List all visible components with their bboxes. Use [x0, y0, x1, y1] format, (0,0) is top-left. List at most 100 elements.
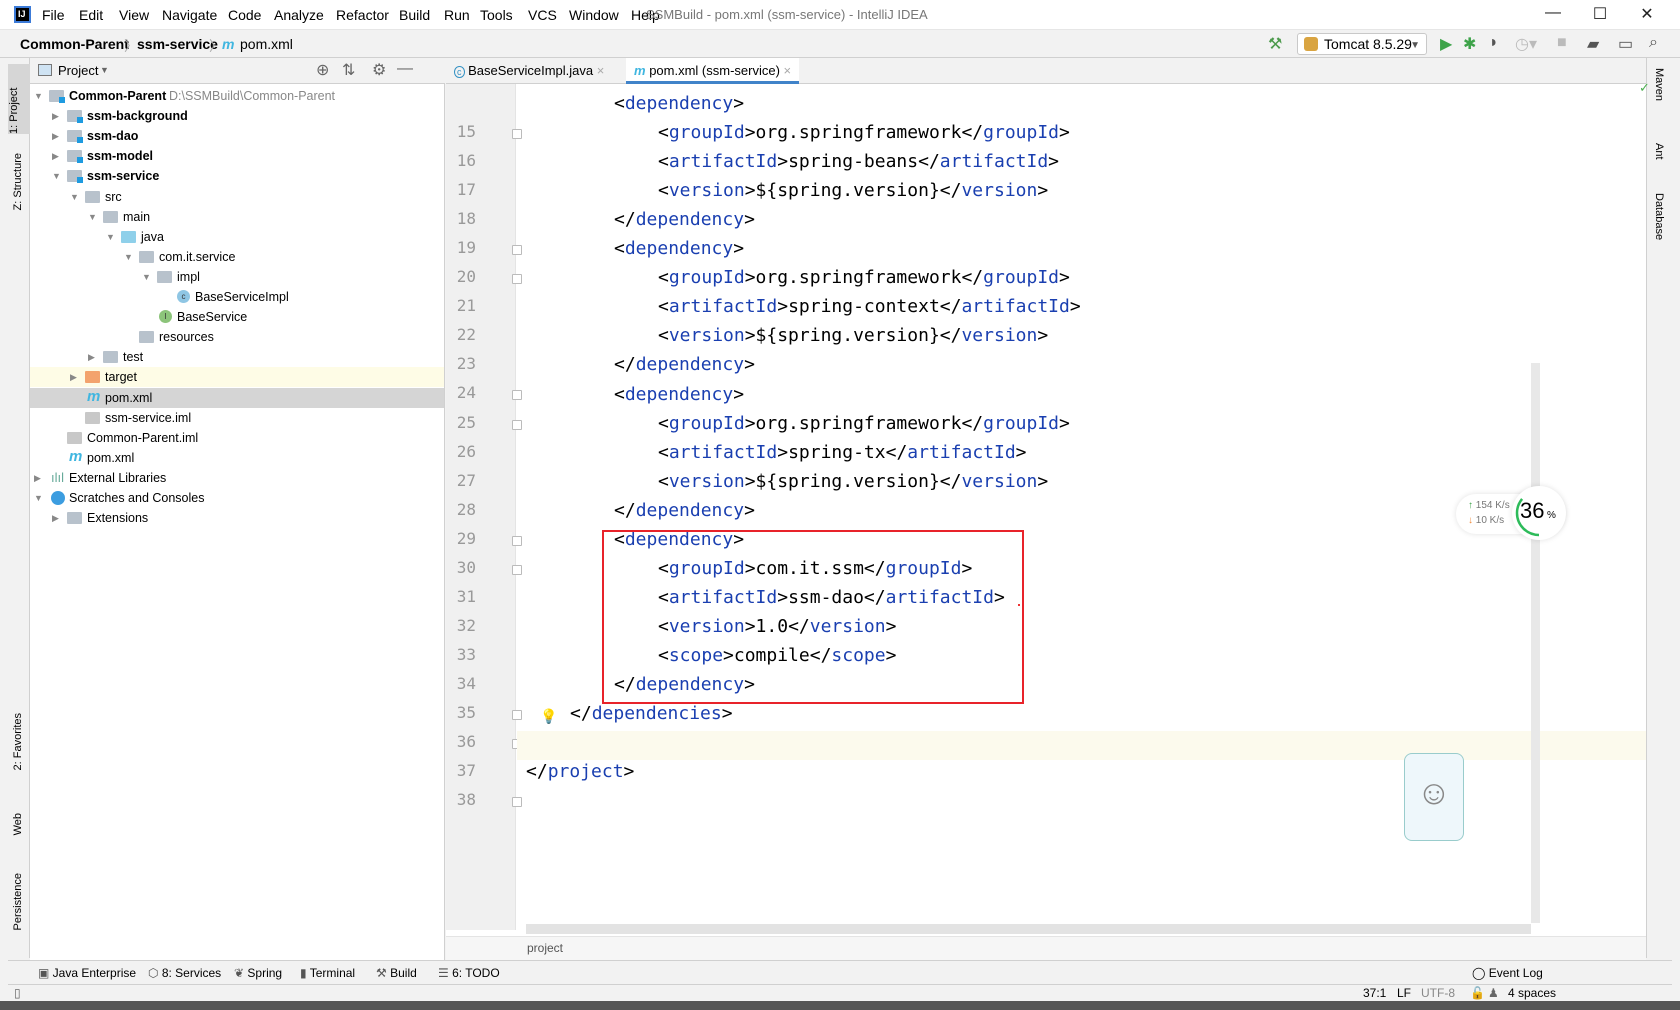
editor-breadcrumb-project[interactable]: project — [527, 941, 563, 955]
tab-baseserviceimpl[interactable]: c BaseServiceImpl.java × — [446, 58, 612, 84]
tool-window-button--services[interactable]: ⬡ 8: Services — [148, 966, 221, 980]
tool-window-favorites[interactable]: 2: Favorites — [12, 713, 24, 770]
expanded-arrow-icon[interactable]: ▼ — [124, 247, 133, 267]
tab-pom-xml[interactable]: m pom.xml (ssm-service) × — [626, 58, 800, 84]
run-with-coverage-icon[interactable]: ◗ — [1489, 34, 1499, 52]
menu-code[interactable]: Code — [228, 7, 261, 23]
tree-item[interactable]: I BaseService — [30, 307, 444, 327]
fold-marker-icon[interactable] — [512, 129, 522, 139]
breadcrumb-pom-xml[interactable]: pom.xml — [240, 36, 293, 52]
tree-item[interactable]: m pom.xml — [30, 387, 444, 408]
collapsed-arrow-icon[interactable]: ▶ — [52, 106, 59, 126]
close-window-button[interactable]: ✕ — [1624, 4, 1670, 26]
breadcrumb-common-parent[interactable]: Common-Parent — [20, 36, 129, 52]
menu-build[interactable]: Build — [399, 7, 430, 23]
collapsed-arrow-icon[interactable]: ▶ — [52, 508, 59, 528]
expanded-arrow-icon[interactable]: ▼ — [88, 207, 97, 227]
collapsed-arrow-icon[interactable]: ▶ — [52, 126, 59, 146]
file-encoding[interactable]: UTF-8 — [1421, 986, 1455, 1000]
collapsed-arrow-icon[interactable]: ▶ — [88, 347, 95, 367]
fold-marker-icon[interactable] — [512, 710, 522, 720]
toggle-tool-windows-icon[interactable]: ▯ — [14, 986, 21, 1000]
tree-item[interactable]: resources — [30, 327, 444, 347]
event-log-button[interactable]: ◯ Event Log — [1472, 966, 1543, 980]
vertical-scrollbar[interactable] — [1531, 363, 1540, 923]
run-icon[interactable]: ▶ — [1440, 34, 1452, 54]
profile-icon[interactable]: ◷▾ — [1515, 34, 1537, 54]
tree-item[interactable]: ▶ test — [30, 347, 444, 367]
locate-icon[interactable]: ⊕ — [316, 60, 329, 80]
collapsed-arrow-icon[interactable]: ▶ — [52, 146, 59, 166]
tree-item[interactable]: ▶ ılıl External Libraries — [30, 468, 444, 488]
collapsed-arrow-icon[interactable]: ▶ — [34, 468, 41, 488]
menu-tools[interactable]: Tools — [480, 7, 513, 23]
tree-item[interactable]: ▶ ssm-model — [30, 146, 444, 166]
fold-marker-icon[interactable] — [512, 535, 522, 546]
run-configuration-select[interactable]: Tomcat 8.5.29 ▼ — [1297, 33, 1427, 55]
tree-item[interactable]: ▶ target — [30, 367, 444, 388]
chevron-down-icon[interactable]: ▼ — [100, 65, 109, 75]
tool-window-button-java-enterprise[interactable]: ▣ Java Enterprise — [38, 966, 136, 980]
debug-icon[interactable]: ✱ — [1463, 34, 1476, 54]
terminal-window-icon[interactable]: ▭ — [1618, 34, 1633, 54]
hide-panel-icon[interactable]: — — [397, 60, 413, 78]
tool-window-web[interactable]: Web — [12, 813, 24, 835]
collapse-all-icon[interactable]: ⇅ — [342, 60, 355, 80]
tool-window-database[interactable]: Database — [1653, 193, 1665, 240]
tool-window-structure[interactable]: Z: Structure — [12, 153, 24, 210]
expanded-arrow-icon[interactable]: ▼ — [34, 488, 43, 508]
tree-item[interactable]: ▼ main — [30, 207, 444, 227]
tree-item[interactable]: ▼ impl — [30, 267, 444, 287]
tool-window-persistence[interactable]: Persistence — [12, 873, 24, 930]
tree-item[interactable]: ▶ Extensions — [30, 508, 444, 528]
expanded-arrow-icon[interactable]: ▼ — [70, 187, 79, 207]
menu-window[interactable]: Window — [569, 7, 619, 23]
lightbulb-icon[interactable]: 💡 — [540, 708, 557, 725]
tree-item[interactable]: ▼ ssm-service — [30, 166, 444, 186]
tree-item[interactable]: Common-Parent.iml — [30, 428, 444, 448]
close-tab-icon[interactable]: × — [784, 63, 792, 78]
tree-item[interactable]: ▼ java — [30, 227, 444, 247]
project-structure-icon[interactable]: ▰ — [1587, 34, 1599, 54]
tree-item[interactable]: ▼ Scratches and Consoles — [30, 488, 444, 508]
indent-setting[interactable]: 4 spaces — [1508, 986, 1556, 1000]
menu-vcs[interactable]: VCS — [528, 7, 557, 23]
tool-window-project[interactable]: 1: Project — [8, 64, 30, 134]
close-tab-icon[interactable]: × — [597, 63, 605, 78]
tree-item[interactable]: ▶ ssm-background — [30, 106, 444, 126]
expanded-arrow-icon[interactable]: ▼ — [34, 86, 43, 106]
menu-navigate[interactable]: Navigate — [162, 7, 217, 23]
tool-window-button--todo[interactable]: ☰ 6: TODO — [438, 966, 500, 980]
fold-marker-icon[interactable] — [512, 419, 522, 430]
menu-analyze[interactable]: Analyze — [274, 7, 324, 23]
fold-marker-icon[interactable] — [512, 274, 522, 285]
tree-item[interactable]: m pom.xml — [30, 448, 444, 468]
inspector-icon[interactable]: ♟ — [1488, 986, 1499, 1000]
breadcrumb-ssm-service[interactable]: ssm-service — [137, 36, 218, 52]
horizontal-scrollbar[interactable] — [526, 924, 1531, 934]
tree-item[interactable]: ▶ ssm-dao — [30, 126, 444, 146]
tool-window-button-terminal[interactable]: ▮ Terminal — [300, 966, 355, 980]
tool-window-ant[interactable]: Ant — [1653, 143, 1665, 160]
tree-item[interactable]: ▼ Common-Parent D:\SSMBuild\Common-Parent — [30, 86, 444, 106]
fold-marker-icon[interactable] — [512, 390, 522, 401]
menu-edit[interactable]: Edit — [79, 7, 103, 23]
gear-icon[interactable]: ⚙ — [372, 60, 386, 80]
tree-item[interactable]: c BaseServiceImpl — [30, 287, 444, 307]
minimize-button[interactable]: — — [1530, 4, 1576, 26]
fold-marker-icon[interactable] — [512, 564, 522, 575]
expanded-arrow-icon[interactable]: ▼ — [142, 267, 151, 287]
line-separator[interactable]: LF — [1397, 986, 1411, 1000]
menu-file[interactable]: File — [42, 7, 65, 23]
stop-icon[interactable]: ■ — [1557, 34, 1567, 52]
lock-icon[interactable]: 🔓 — [1470, 986, 1485, 1000]
tree-item[interactable]: ▼ com.it.service — [30, 247, 444, 267]
search-icon[interactable]: ⌕ — [1649, 34, 1658, 52]
collapsed-arrow-icon[interactable]: ▶ — [70, 367, 77, 387]
tree-item[interactable]: ssm-service.iml — [30, 408, 444, 428]
tree-item[interactable]: ▼ src — [30, 187, 444, 207]
menu-run[interactable]: Run — [444, 7, 470, 23]
expanded-arrow-icon[interactable]: ▼ — [52, 166, 61, 186]
fold-marker-icon[interactable] — [512, 797, 522, 808]
tool-window-maven[interactable]: Maven — [1653, 68, 1665, 101]
